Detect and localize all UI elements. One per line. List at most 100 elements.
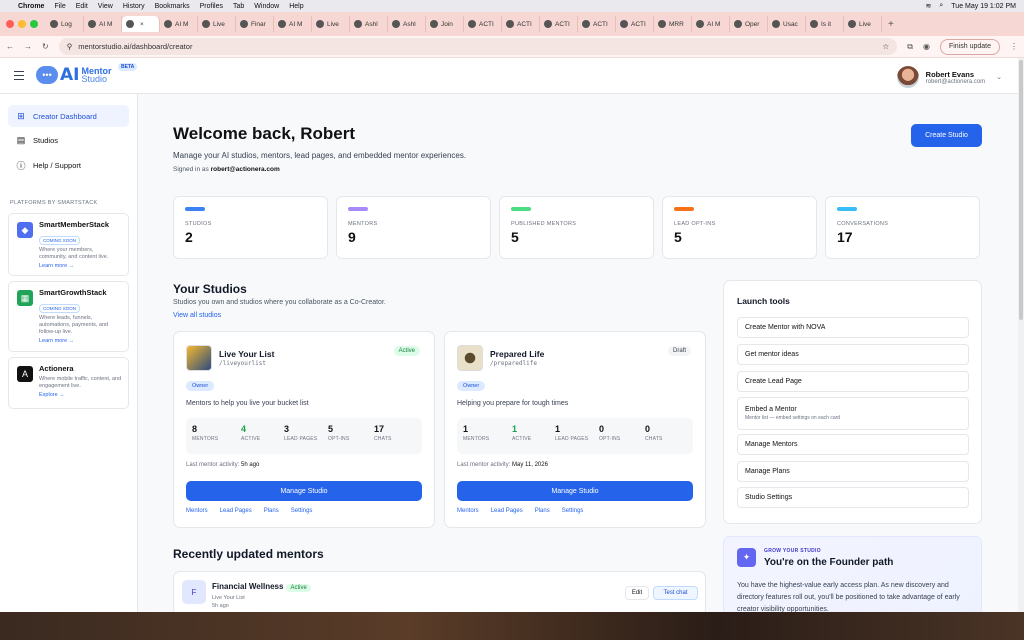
view-all-studios-link[interactable]: View all studios — [173, 312, 221, 319]
menu-bookmarks[interactable]: Bookmarks — [155, 3, 190, 10]
bookmark-star-icon[interactable]: ☆ — [883, 42, 890, 51]
launch-tool-button[interactable]: Embed a Mentor Mentor list — embed settin… — [737, 397, 969, 430]
browser-tab[interactable]: ACTI — [540, 16, 578, 32]
browser-tab[interactable]: Live — [198, 16, 236, 32]
sidebar-item-studios[interactable]: ▤ Studios — [8, 129, 129, 151]
close-window-icon[interactable] — [6, 20, 14, 28]
explore-link[interactable]: Explore → — [39, 392, 122, 398]
menu-view[interactable]: View — [98, 3, 113, 10]
browser-tab[interactable]: ACTI — [464, 16, 502, 32]
browser-tab[interactable]: × — [122, 16, 160, 32]
close-tab-icon[interactable]: × — [140, 21, 144, 28]
forward-icon[interactable]: → — [24, 42, 32, 51]
zoom-window-icon[interactable] — [30, 20, 38, 28]
manage-studio-button[interactable]: Manage Studio — [186, 481, 422, 501]
launch-tool-button[interactable]: Manage Mentors — [737, 434, 969, 455]
menu-tab[interactable]: Tab — [233, 3, 244, 10]
search-icon[interactable]: ⌕ — [939, 2, 943, 10]
launch-tool-button[interactable]: Manage Plans — [737, 461, 969, 482]
page-scrollbar[interactable] — [1018, 58, 1024, 612]
profile-icon[interactable]: ◉ — [923, 42, 930, 51]
extensions-icon[interactable]: ⧉ — [907, 42, 913, 52]
learn-more-link[interactable]: Learn more → — [39, 338, 122, 344]
browser-tab[interactable]: Ashl — [350, 16, 388, 32]
platform-card-smartmemberstack[interactable]: ◆ SmartMemberStack COMING SOON Where you… — [8, 213, 129, 276]
browser-tab[interactable]: AI M — [160, 16, 198, 32]
browser-tab[interactable]: Log — [46, 16, 84, 32]
learn-more-link[interactable]: Learn more → — [39, 263, 122, 269]
browser-tab[interactable]: MRR — [654, 16, 692, 32]
browser-tab[interactable]: Finar — [236, 16, 274, 32]
recent-mentors-heading: Recently updated mentors — [173, 547, 324, 561]
launch-tool-label: Create Lead Page — [745, 378, 802, 385]
browser-tab[interactable]: Join — [426, 16, 464, 32]
browser-tab[interactable]: ACTI — [616, 16, 654, 32]
browser-tab[interactable]: ACTI — [578, 16, 616, 32]
studio-link[interactable]: Settings — [562, 508, 584, 514]
browser-tab[interactable]: Live — [844, 16, 882, 32]
new-tab-icon[interactable]: + — [888, 19, 894, 30]
browser-tab[interactable]: AI M — [274, 16, 312, 32]
studio-link[interactable]: Plans — [264, 508, 279, 514]
scrollbar-thumb[interactable] — [1019, 60, 1023, 320]
browser-tab[interactable]: Usac — [768, 16, 806, 32]
launch-tool-button[interactable]: Create Mentor with NOVA — [737, 317, 969, 338]
studio-link[interactable]: Settings — [291, 508, 313, 514]
studio-link[interactable]: Mentors — [457, 508, 479, 514]
browser-tab[interactable]: AI M — [84, 16, 122, 32]
menu-history[interactable]: History — [123, 3, 145, 10]
menu-app[interactable]: Chrome — [18, 3, 44, 10]
studio-link[interactable]: Mentors — [186, 508, 208, 514]
wifi-icon[interactable]: ≋ — [925, 2, 931, 10]
studio-name[interactable]: Prepared Life — [490, 349, 544, 359]
more-menu-icon[interactable]: ⋮ — [1010, 42, 1018, 51]
reload-icon[interactable]: ↻ — [42, 42, 49, 51]
launch-tool-button[interactable]: Create Lead Page — [737, 371, 969, 392]
sidebar-item-help[interactable]: ⓘ Help / Support — [8, 154, 129, 176]
tab-label: AI M — [175, 20, 189, 28]
platform-desc: Where mobile traffic, content, and engag… — [39, 376, 122, 389]
menu-profiles[interactable]: Profiles — [200, 3, 223, 10]
manage-studio-button[interactable]: Manage Studio — [457, 481, 693, 501]
stat-accent-bar — [837, 207, 857, 211]
finish-update-button[interactable]: Finish update — [939, 38, 1000, 55]
address-bar[interactable]: ⚲ mentorstudio.ai/dashboard/creator ☆ — [58, 38, 898, 55]
user-menu[interactable]: Robert Evans robert@actionera.com ⌄ — [896, 66, 1002, 88]
minimize-window-icon[interactable] — [18, 20, 26, 28]
launch-tool-button[interactable]: Studio Settings — [737, 487, 969, 508]
favicon-icon — [354, 20, 362, 28]
role-badge: Owner — [457, 381, 486, 391]
menu-file[interactable]: File — [54, 3, 65, 10]
studio-link[interactable]: Plans — [535, 508, 550, 514]
launch-tools-panel: Launch tools Create Mentor with NOVA Get … — [723, 280, 982, 524]
menu-help[interactable]: Help — [289, 3, 303, 10]
test-chat-button[interactable]: Test chat — [653, 586, 698, 600]
menu-toggle-icon[interactable] — [14, 71, 24, 80]
mentor-row[interactable]: F Financial Wellness Active Live Your Lis… — [173, 571, 706, 612]
platform-card-actionera[interactable]: A Actionera Where mobile traffic, conten… — [8, 357, 129, 409]
edit-button[interactable]: Edit — [625, 586, 649, 600]
menu-edit[interactable]: Edit — [76, 3, 88, 10]
browser-tab[interactable]: Live — [312, 16, 350, 32]
platform-card-smartgrowthstack[interactable]: ▦ SmartGrowthStack COMING SOON Where lea… — [8, 281, 129, 352]
studio-link[interactable]: Lead Pages — [220, 508, 252, 514]
back-icon[interactable]: ← — [6, 42, 14, 51]
browser-tab[interactable]: Is it — [806, 16, 844, 32]
app-logo[interactable]: ••• AI Mentor Studio — [36, 65, 111, 85]
sidebar-item-creator-dashboard[interactable]: ⊞ Creator Dashboard — [8, 105, 129, 127]
browser-tab[interactable]: AI M — [692, 16, 730, 32]
browser-tab[interactable]: Ashl — [388, 16, 426, 32]
create-studio-button[interactable]: Create Studio — [911, 124, 982, 147]
launch-tool-button[interactable]: Get mentor ideas — [737, 344, 969, 365]
browser-tab[interactable]: ACTI — [502, 16, 540, 32]
metric-label: ACTIVE — [241, 436, 261, 442]
studio-link[interactable]: Lead Pages — [491, 508, 523, 514]
menu-window[interactable]: Window — [254, 3, 279, 10]
clock[interactable]: Tue May 19 1:02 PM — [951, 3, 1016, 10]
studio-name[interactable]: Live Your List — [219, 349, 274, 359]
browser-tab[interactable]: Oper — [730, 16, 768, 32]
favicon-icon — [772, 20, 780, 28]
tab-label: Usac — [783, 20, 798, 28]
app-header: ••• AI Mentor Studio BETA Robert Evans ro… — [0, 58, 1018, 94]
site-info-icon[interactable]: ⚲ — [67, 42, 73, 51]
